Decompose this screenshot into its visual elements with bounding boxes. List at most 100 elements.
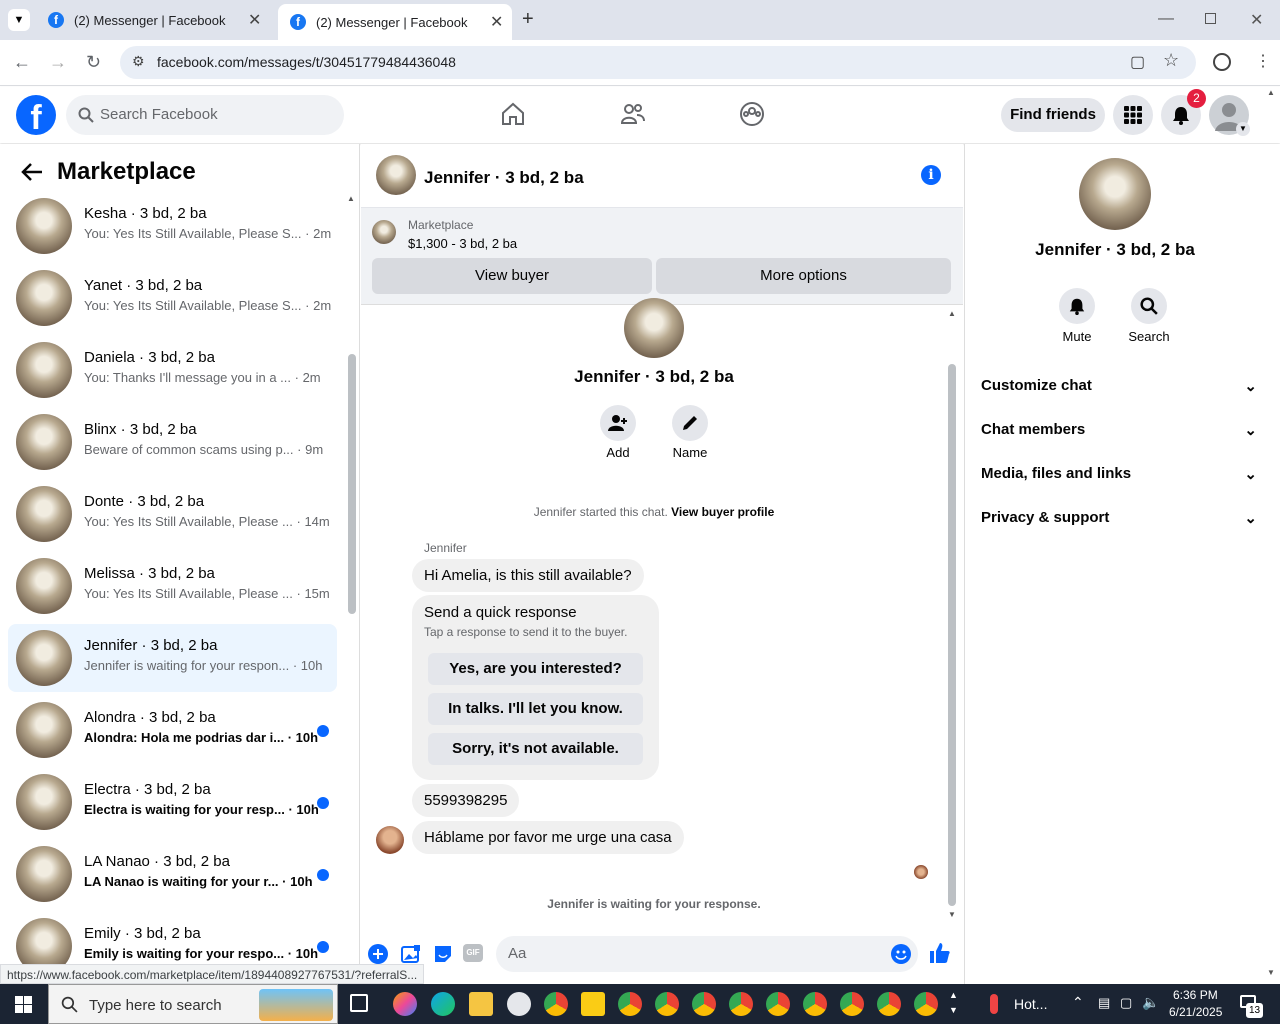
account-chevron-icon[interactable]: ▼ bbox=[1236, 122, 1250, 136]
taskbar-scroll-icon[interactable]: ▲ ▼ bbox=[949, 988, 958, 1018]
conversation-item[interactable]: Yanet · 3 bd, 2 ba You: Yes Its Still Ava… bbox=[8, 264, 337, 332]
quick-response-in-talks-button[interactable]: In talks. I'll let you know. bbox=[428, 693, 643, 725]
view-buyer-button[interactable]: View buyer bbox=[372, 258, 652, 294]
edge-icon[interactable] bbox=[431, 992, 455, 1016]
conversation-item[interactable]: Donte · 3 bd, 2 ba You: Yes Its Still Ava… bbox=[8, 480, 337, 548]
tray-chevron-icon[interactable]: ⌃ bbox=[1072, 994, 1084, 1011]
edit-name-button[interactable] bbox=[672, 405, 708, 441]
conversation-item[interactable]: Melissa · 3 bd, 2 ba You: Yes Its Still A… bbox=[8, 552, 337, 620]
conversation-item[interactable]: Jennifer · 3 bd, 2 ba Jennifer is waiting… bbox=[8, 624, 337, 692]
chat-scroll-down-icon[interactable]: ▼ bbox=[948, 910, 956, 919]
chat-scrollbar[interactable] bbox=[948, 364, 956, 906]
address-bar[interactable]: ⚙ facebook.com/messages/t/30451779484436… bbox=[120, 46, 1196, 79]
chrome-icon[interactable] bbox=[840, 992, 864, 1016]
page-scroll-up-icon[interactable]: ▲ bbox=[1267, 88, 1275, 97]
add-member-button[interactable] bbox=[600, 405, 636, 441]
profile-icon[interactable] bbox=[1213, 53, 1231, 71]
chrome-icon[interactable] bbox=[914, 992, 938, 1016]
close-tab-icon[interactable]: ✕ bbox=[248, 10, 261, 30]
facebook-search-input[interactable]: Search Facebook bbox=[66, 95, 344, 135]
view-buyer-profile-link[interactable]: View buyer profile bbox=[671, 505, 774, 519]
back-arrow-icon[interactable] bbox=[21, 162, 43, 182]
sticky-notes-icon[interactable] bbox=[581, 992, 605, 1016]
chrome-icon[interactable] bbox=[803, 992, 827, 1016]
home-icon[interactable] bbox=[500, 101, 526, 127]
chat-header-name[interactable]: Jennifer · 3 bd, 2 ba bbox=[424, 168, 584, 188]
groups-icon[interactable] bbox=[739, 101, 765, 127]
conversation-item[interactable]: Blinx · 3 bd, 2 ba Beware of common scams… bbox=[8, 408, 337, 476]
browser-menu-icon[interactable]: ⋮ bbox=[1255, 51, 1271, 71]
taskbar-search-box[interactable]: Type here to search bbox=[48, 984, 338, 1024]
chrome-icon[interactable] bbox=[618, 992, 642, 1016]
browser-tab-1[interactable]: f (2) Messenger | Facebook ✕ bbox=[36, 0, 274, 40]
browser-tab-2-active[interactable]: f (2) Messenger | Facebook ✕ bbox=[278, 4, 512, 40]
chrome-icon[interactable] bbox=[766, 992, 790, 1016]
menu-grid-button[interactable] bbox=[1113, 95, 1153, 135]
quick-response-yes-button[interactable]: Yes, are you interested? bbox=[428, 653, 643, 685]
weather-text[interactable]: Hot... bbox=[1014, 996, 1047, 1012]
gif-icon[interactable]: GIF bbox=[463, 944, 483, 962]
paint-icon[interactable] bbox=[507, 992, 531, 1016]
conversation-item[interactable]: Electra · 3 bd, 2 ba Electra is waiting f… bbox=[8, 768, 337, 836]
left-scrollbar[interactable] bbox=[348, 354, 356, 614]
info-icon[interactable]: i bbox=[921, 165, 941, 185]
plus-circle-icon[interactable] bbox=[368, 944, 388, 964]
close-window-button[interactable]: ✕ bbox=[1250, 10, 1263, 30]
url-text[interactable]: facebook.com/messages/t/3045177948443604… bbox=[157, 54, 456, 70]
message-bubble[interactable]: Hi Amelia, is this still available? bbox=[412, 559, 644, 592]
search-in-chat-button[interactable] bbox=[1131, 288, 1167, 324]
message-input[interactable]: Aa bbox=[496, 936, 918, 972]
copilot-icon[interactable] bbox=[393, 992, 417, 1016]
tab-search-dropdown[interactable]: ▼ bbox=[8, 9, 30, 31]
conversation-item[interactable]: Kesha · 3 bd, 2 ba You: Yes Its Still Ava… bbox=[8, 192, 337, 260]
chat-members-section[interactable]: Chat members ⌄ bbox=[981, 421, 1257, 439]
conversation-item[interactable]: Daniela · 3 bd, 2 ba You: Thanks I'll mes… bbox=[8, 336, 337, 404]
forward-icon[interactable]: → bbox=[49, 52, 67, 73]
chat-scroll-up-icon[interactable]: ▲ bbox=[948, 309, 956, 318]
volume-icon[interactable]: 🔈 bbox=[1142, 994, 1159, 1011]
chrome-icon[interactable] bbox=[544, 992, 568, 1016]
chrome-icon[interactable] bbox=[692, 992, 716, 1016]
friends-icon[interactable] bbox=[620, 101, 646, 127]
ethernet-icon[interactable]: ▢ bbox=[1120, 995, 1132, 1011]
site-info-icon[interactable]: ⚙ bbox=[132, 53, 145, 70]
task-view-icon[interactable] bbox=[350, 994, 368, 1012]
install-app-icon[interactable]: ▢ bbox=[1130, 52, 1145, 72]
mute-button[interactable] bbox=[1059, 288, 1095, 324]
sender-avatar[interactable] bbox=[376, 826, 404, 854]
restore-button[interactable] bbox=[1205, 13, 1216, 24]
windows-start-icon[interactable] bbox=[15, 996, 32, 1013]
chrome-icon[interactable] bbox=[655, 992, 679, 1016]
media-files-links-section[interactable]: Media, files and links ⌄ bbox=[981, 465, 1257, 483]
emoji-icon[interactable] bbox=[891, 944, 911, 964]
network-icon[interactable]: ▤ bbox=[1098, 995, 1110, 1011]
chrome-icon[interactable] bbox=[729, 992, 753, 1016]
conversation-item[interactable]: Alondra · 3 bd, 2 ba Alondra: Hola me pod… bbox=[8, 696, 337, 764]
sticker-icon[interactable] bbox=[433, 944, 453, 964]
clock-date[interactable]: 6/21/2025 bbox=[1169, 1005, 1222, 1019]
more-options-button[interactable]: More options bbox=[656, 258, 951, 294]
facebook-logo-icon[interactable]: f bbox=[16, 95, 56, 135]
back-icon[interactable]: ← bbox=[13, 52, 31, 73]
profile-avatar[interactable] bbox=[624, 298, 684, 358]
message-bubble[interactable]: 5599398295 bbox=[412, 784, 520, 817]
thumbs-up-icon[interactable] bbox=[929, 942, 951, 964]
close-tab-icon[interactable]: ✕ bbox=[490, 12, 503, 32]
scroll-up-arrow-icon[interactable]: ▲ bbox=[347, 194, 355, 203]
bookmark-star-icon[interactable]: ☆ bbox=[1163, 50, 1179, 71]
quick-response-not-available-button[interactable]: Sorry, it's not available. bbox=[428, 733, 643, 765]
minimize-button[interactable]: — bbox=[1158, 10, 1174, 28]
new-tab-button[interactable]: + bbox=[522, 8, 534, 31]
info-avatar[interactable] bbox=[1079, 158, 1151, 230]
reload-icon[interactable]: ↻ bbox=[86, 52, 101, 73]
message-bubble[interactable]: Háblame por favor me urge una casa bbox=[412, 821, 684, 854]
find-friends-button[interactable]: Find friends bbox=[1001, 98, 1105, 132]
clock-time[interactable]: 6:36 PM bbox=[1173, 988, 1218, 1002]
listing-thumbnail[interactable] bbox=[372, 220, 396, 244]
privacy-support-section[interactable]: Privacy & support ⌄ bbox=[981, 509, 1257, 527]
page-scroll-down-icon[interactable]: ▼ bbox=[1267, 968, 1275, 977]
file-explorer-icon[interactable] bbox=[469, 992, 493, 1016]
photo-icon[interactable] bbox=[401, 944, 421, 964]
chat-header-avatar[interactable] bbox=[376, 155, 416, 195]
customize-chat-section[interactable]: Customize chat ⌄ bbox=[981, 377, 1257, 395]
